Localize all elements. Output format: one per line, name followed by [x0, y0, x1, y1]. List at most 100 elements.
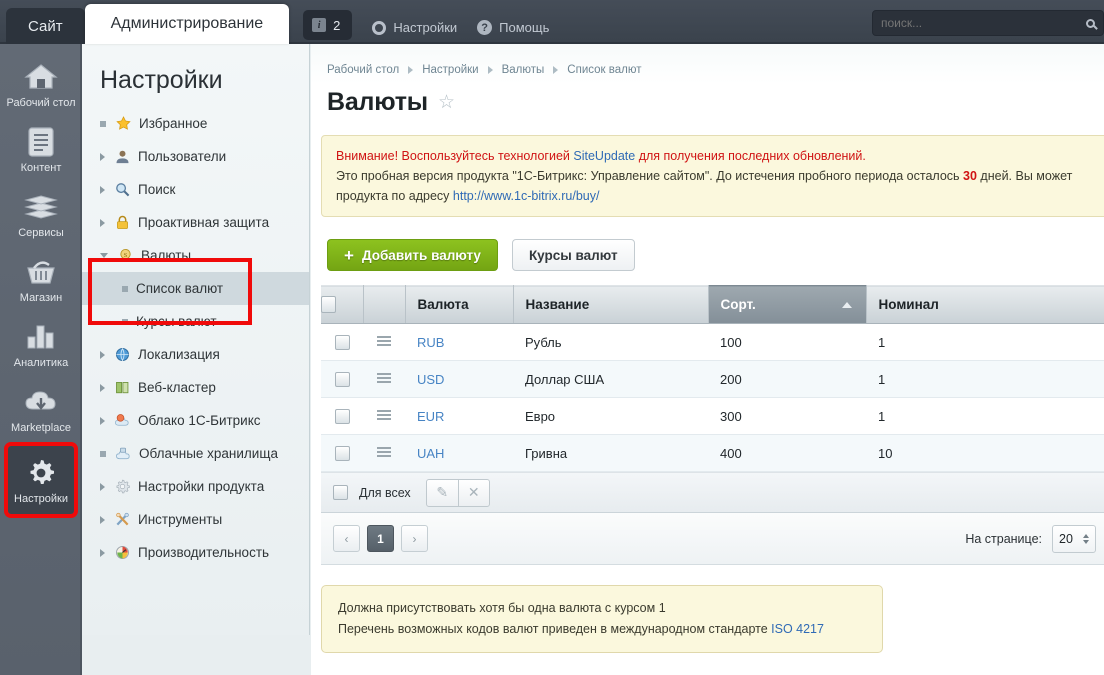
- close-icon[interactable]: ✕: [457, 479, 489, 506]
- currency-rates-button[interactable]: Курсы валют: [511, 239, 635, 271]
- row-actions-icon[interactable]: [377, 445, 391, 459]
- rail-item-services[interactable]: Сервисы: [0, 182, 82, 247]
- star-outline-icon[interactable]: ☆: [438, 93, 455, 112]
- menu-item-localization[interactable]: Локализация: [82, 338, 309, 371]
- menu-item-favorites[interactable]: Избранное: [82, 107, 309, 140]
- add-currency-button[interactable]: + Добавить валюту: [327, 239, 498, 271]
- search-box[interactable]: [872, 10, 1104, 36]
- layers-icon: [0, 190, 82, 224]
- table-row[interactable]: USD Доллар США 200 1: [321, 360, 1104, 398]
- row-menu-cell[interactable]: [363, 397, 405, 435]
- buy-link[interactable]: http://www.1c-bitrix.ru/buy/: [453, 189, 600, 203]
- gauge-icon: [113, 544, 131, 562]
- breadcrumb-item-currency-list[interactable]: Список валют: [567, 64, 641, 76]
- notifications-badge[interactable]: i 2: [303, 10, 353, 40]
- stepper-arrows-icon[interactable]: [1083, 533, 1089, 544]
- table-row[interactable]: EUR Евро 300 1: [321, 397, 1104, 435]
- notice-buy-text: продукта по адресу: [336, 189, 453, 203]
- currency-code-link[interactable]: UAH: [417, 446, 444, 461]
- chevron-right-icon: [100, 515, 105, 524]
- menu-item-web-cluster[interactable]: Веб-кластер: [82, 371, 309, 404]
- search-input[interactable]: [881, 16, 1082, 30]
- cloud-storage-icon: [114, 445, 132, 463]
- row-menu-cell[interactable]: [363, 360, 405, 398]
- row-checkbox[interactable]: [334, 335, 350, 351]
- chevron-right-icon: [100, 482, 105, 491]
- rail-item-shop[interactable]: Магазин: [0, 247, 82, 312]
- topbar-help-link[interactable]: ? Помощь: [477, 20, 549, 35]
- per-page-select[interactable]: 20: [1052, 524, 1096, 553]
- menu-item-users[interactable]: Пользователи: [82, 140, 309, 173]
- topbar-settings-link[interactable]: Настройки: [372, 20, 457, 35]
- row-checkbox-cell[interactable]: [321, 434, 363, 472]
- pagination-prev-button[interactable]: ‹: [333, 525, 360, 552]
- row-checkbox[interactable]: [334, 446, 350, 462]
- iso-4217-link[interactable]: ISO 4217: [771, 622, 824, 636]
- currency-code-link[interactable]: USD: [417, 372, 444, 387]
- menu-item-product-settings[interactable]: Настройки продукта: [82, 470, 309, 503]
- chevron-right-icon: [100, 350, 105, 359]
- currency-rates-label: Курсы валют: [528, 247, 618, 263]
- tab-administration[interactable]: Администрирование: [84, 4, 290, 44]
- header-currency[interactable]: Валюта: [405, 285, 514, 324]
- menu-item-proactive-defense[interactable]: Проактивная защита: [82, 206, 309, 239]
- row-checkbox[interactable]: [334, 372, 350, 388]
- row-checkbox-cell[interactable]: [321, 397, 363, 435]
- rail-item-marketplace[interactable]: Marketplace: [0, 377, 82, 442]
- header-select-all[interactable]: [321, 285, 364, 324]
- table-row[interactable]: RUB Рубль 100 1: [321, 323, 1104, 361]
- table-row[interactable]: UAH Гривна 400 10: [321, 434, 1104, 472]
- breadcrumb-item-currencies[interactable]: Валюты: [502, 64, 545, 76]
- rail-item-analytics[interactable]: Аналитика: [0, 312, 82, 377]
- pencil-icon[interactable]: ✎: [427, 480, 458, 506]
- search-icon[interactable]: [1086, 18, 1095, 28]
- rail-item-desktop[interactable]: Рабочий стол: [0, 52, 82, 117]
- tab-site[interactable]: Сайт: [6, 8, 85, 44]
- currency-table-wrapper: Валюта Название Сорт. Номинал RUB Рубль …: [321, 285, 1104, 472]
- row-checkbox-cell[interactable]: [321, 323, 363, 361]
- rail-item-settings[interactable]: Настройки: [4, 442, 78, 518]
- menu-item-search[interactable]: Поиск: [82, 173, 309, 206]
- row-checkbox[interactable]: [334, 409, 350, 425]
- pagination-next-button[interactable]: ›: [401, 525, 428, 552]
- menu-item-tools[interactable]: Инструменты: [82, 503, 309, 536]
- row-actions-icon[interactable]: [377, 371, 391, 385]
- cell-currency-name: Рубль: [513, 323, 708, 361]
- settings-menu-panel: Настройки Избранное Пользователи Поиск П…: [82, 44, 310, 635]
- table-body: RUB Рубль 100 1 USD Доллар США 200 1 EUR: [321, 323, 1104, 472]
- sort-ascending-icon: [841, 301, 852, 308]
- pagination-page-1[interactable]: 1: [367, 525, 394, 552]
- gear-icon: [113, 478, 131, 496]
- currency-code-link[interactable]: EUR: [417, 409, 444, 424]
- top-bar: Сайт Администрирование i 2 Настройки ? П…: [0, 0, 1104, 44]
- cell-currency-code: RUB: [405, 323, 513, 361]
- svg-text:S: S: [123, 252, 127, 259]
- menu-item-performance[interactable]: Производительность: [82, 536, 309, 569]
- menu-item-cloud-storage[interactable]: Облачные хранилища: [82, 437, 309, 470]
- menu-item-currencies[interactable]: S Валюты: [82, 239, 309, 272]
- row-menu-cell[interactable]: [363, 434, 405, 472]
- header-nominal[interactable]: Номинал: [866, 285, 1104, 324]
- header-sort[interactable]: Сорт.: [708, 285, 867, 324]
- breadcrumb-item-desktop[interactable]: Рабочий стол: [327, 64, 399, 76]
- siteupdate-link[interactable]: SiteUpdate: [573, 149, 635, 163]
- bullet-icon: [100, 450, 106, 457]
- question-icon: ?: [477, 20, 493, 35]
- currency-code-link[interactable]: RUB: [417, 335, 444, 350]
- menu-item-currency-rates[interactable]: Курсы валют: [82, 305, 309, 338]
- rail-item-content[interactable]: Контент: [0, 117, 82, 182]
- row-actions-icon[interactable]: [377, 334, 391, 348]
- user-icon: [113, 148, 131, 166]
- menu-item-currency-list[interactable]: Список валют: [82, 272, 309, 305]
- row-actions-icon[interactable]: [377, 408, 391, 422]
- breadcrumb-item-settings[interactable]: Настройки: [422, 64, 478, 76]
- menu-item-label: Производительность: [138, 545, 270, 560]
- select-all-checkbox[interactable]: [321, 296, 336, 313]
- row-menu-cell[interactable]: [363, 323, 405, 361]
- menu-item-cloud-bitrix[interactable]: Облако 1С-Битрикс: [82, 404, 309, 437]
- select-all-rows-checkbox[interactable]: [333, 485, 348, 500]
- per-page-value: 20: [1059, 531, 1073, 546]
- bullet-icon: [100, 120, 106, 127]
- header-name[interactable]: Название: [513, 285, 709, 324]
- row-checkbox-cell[interactable]: [321, 360, 363, 398]
